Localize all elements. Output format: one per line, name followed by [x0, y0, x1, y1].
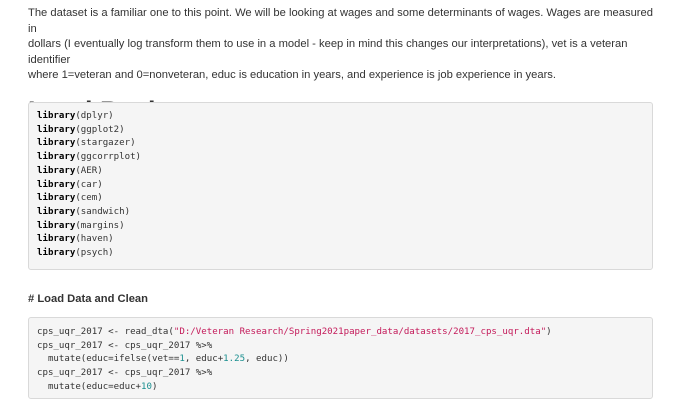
code-line: library(dplyr): [37, 111, 114, 121]
code-line: library(ggplot2): [37, 124, 125, 135]
code-line: library(car): [37, 179, 103, 190]
code-line: library(sandwich): [37, 206, 131, 217]
code-line: cps_uqr_2017 <- read_dta("D:/Veteran Res…: [37, 327, 552, 337]
code-line: library(psych): [37, 248, 114, 259]
code-line: library(ggcorrplot): [37, 152, 142, 163]
code-block-load-data: cps_uqr_2017 <- read_dta("D:/Veteran Res…: [28, 317, 653, 399]
intro-line: dollars (I eventually log transform them…: [28, 38, 628, 66]
code-line: cps_uqr_2017 <- cps_uqr_2017 %>%: [37, 368, 213, 379]
number-literal: 10: [141, 381, 152, 392]
code-line: cps_uqr_2017 <- cps_uqr_2017 %>%: [37, 340, 213, 351]
code-block-load-packages: library(dplyr) library(ggplot2) library(st…: [28, 102, 653, 270]
code-line: library(AER): [37, 165, 103, 176]
number-literal: 1.25: [223, 354, 246, 365]
code-line: library(margins): [37, 220, 125, 231]
code-line: library(haven): [37, 234, 114, 245]
code-line: library(cem): [37, 193, 103, 204]
intro-paragraph: The dataset is a familiar one to this po…: [28, 6, 653, 84]
document-body: The dataset is a familiar one to this po…: [28, 0, 653, 399]
code-line: library(stargazer): [37, 138, 136, 149]
string-literal: "D:/Veteran Research/Spring2021paper_dat…: [173, 327, 547, 337]
intro-line: The dataset is a familiar one to this po…: [28, 7, 653, 35]
intro-line: where 1=veteran and 0=nonveteran, educ i…: [28, 69, 557, 82]
code-line: mutate(educ=educ+10): [37, 381, 158, 392]
code-line: mutate(educ=ifelse(vet==1, educ+1.25, ed…: [37, 354, 289, 365]
heading-load-data: # Load Data and Clean: [28, 293, 148, 305]
